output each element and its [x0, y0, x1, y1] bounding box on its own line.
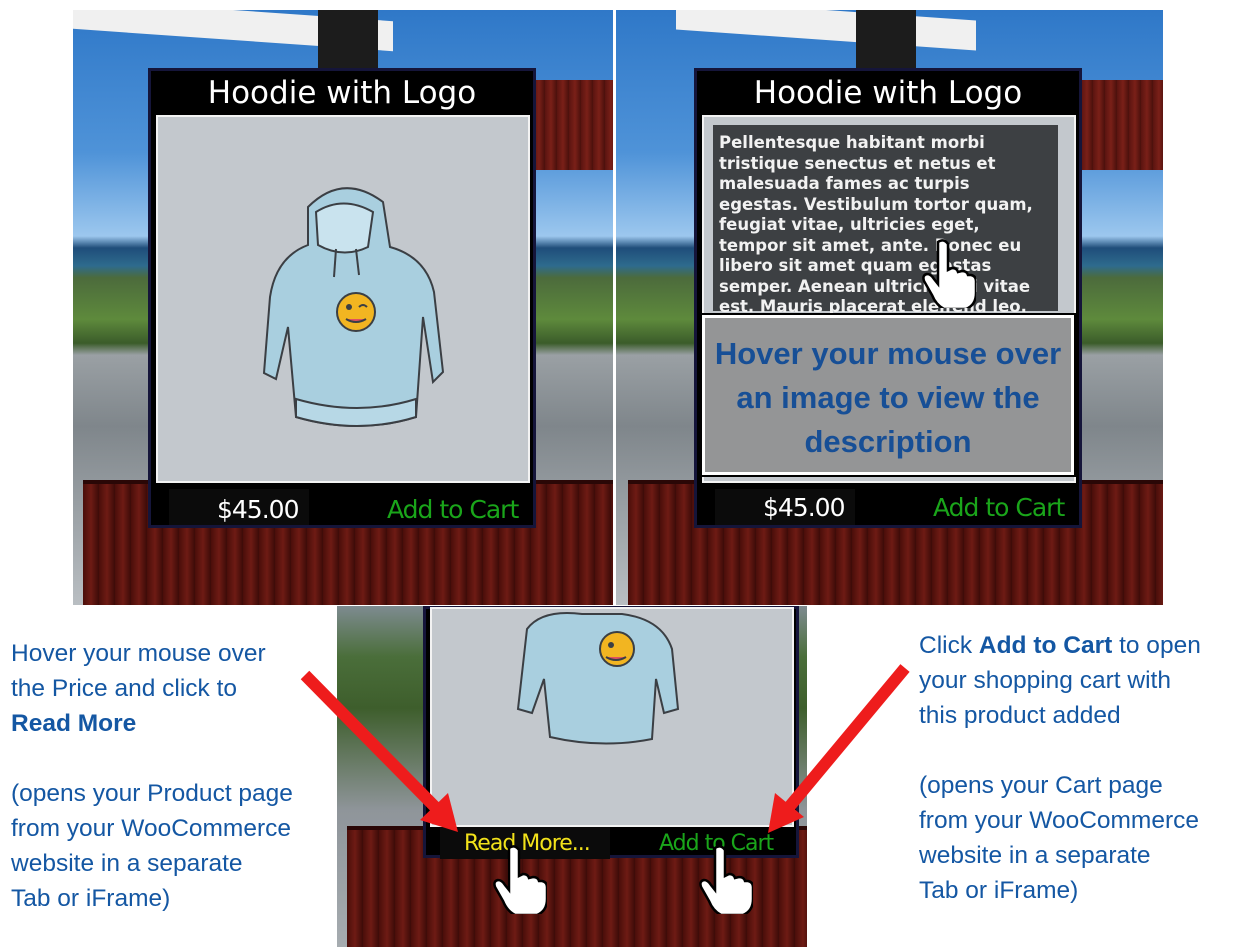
- add-to-cart-button[interactable]: Add to Cart: [387, 495, 519, 524]
- left-instructions: Hover your mouse over the Price and clic…: [11, 636, 331, 916]
- left-sub-2: from your WooCommerce: [11, 815, 292, 842]
- product-description: Pellentesque habitant morbi tristique se…: [713, 125, 1058, 316]
- right-instructions: Click Add to Cart to open your shopping …: [919, 628, 1241, 908]
- product-board: Hoodie with Logo $45.00 Add to Cart: [148, 68, 536, 528]
- pointing-hand-icon: [493, 845, 547, 914]
- left-line-1: Hover your mouse over: [11, 640, 266, 667]
- scene-panel-2: Hoodie with Logo Pellentesque habitant m…: [616, 10, 1163, 605]
- right-sub-3: website in a separate: [919, 842, 1151, 869]
- right-bold: Add to Cart: [978, 632, 1113, 659]
- right-pre: Click: [919, 632, 979, 659]
- add-to-cart-button[interactable]: Add to Cart: [933, 493, 1065, 522]
- pointing-hand-icon: [922, 239, 976, 308]
- product-board: Read More... Add to Cart: [423, 606, 799, 859]
- right-sub-2: from your WooCommerce: [919, 807, 1200, 834]
- right-post: to open: [1112, 632, 1201, 659]
- left-bold: Read More: [11, 710, 137, 737]
- right-sub-4: Tab or iFrame): [919, 877, 1079, 904]
- left-sub-4: Tab or iFrame): [11, 885, 171, 912]
- left-sub-3: website in a separate: [11, 850, 243, 877]
- product-title: Hoodie with Logo: [207, 75, 477, 111]
- right-line-2: your shopping cart with: [919, 667, 1171, 694]
- price-label[interactable]: $45.00: [763, 493, 845, 522]
- product-image[interactable]: [430, 607, 794, 827]
- right-line-3: this product added: [919, 702, 1121, 729]
- wooden-beam: [533, 80, 613, 170]
- hoodie-image: [262, 187, 445, 427]
- right-sub-1: (opens your Cart page: [919, 772, 1163, 799]
- scene-panel-3: Read More... Add to Cart: [337, 606, 807, 947]
- hoodie-image: [516, 612, 680, 745]
- scene-panel-1: Hoodie with Logo $45.00 Add to Cart: [73, 10, 613, 605]
- product-title: Hoodie with Logo: [753, 75, 1023, 111]
- hover-callout: Hover your mouse over an image to view t…: [700, 313, 1076, 477]
- right-line-1: Click Add to Cart to open: [919, 628, 1241, 663]
- wooden-beam: [1081, 80, 1163, 170]
- left-sub-1: (opens your Product page: [11, 780, 293, 807]
- product-image[interactable]: [156, 115, 530, 483]
- ceiling-beam: [676, 10, 976, 51]
- pointing-hand-icon: [699, 845, 753, 914]
- left-line-2: the Price and click to: [11, 675, 238, 702]
- price-label[interactable]: $45.00: [217, 495, 299, 524]
